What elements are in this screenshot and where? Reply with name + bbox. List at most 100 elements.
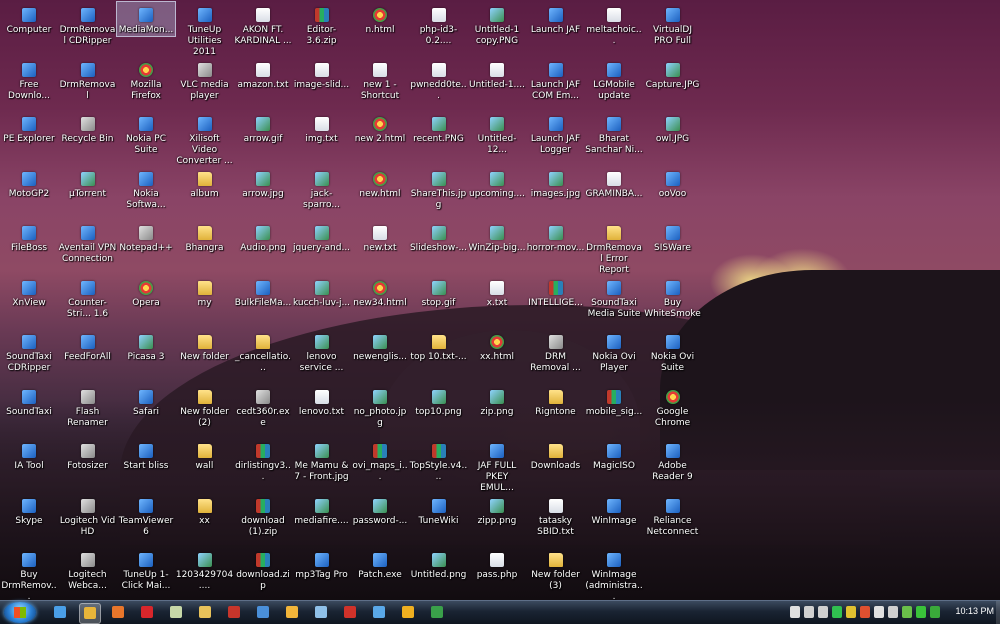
desktop-icon[interactable]: IA Tool — [0, 438, 58, 472]
desktop-icon[interactable]: Start bliss — [117, 438, 175, 472]
desktop-icon[interactable]: xx — [176, 493, 234, 527]
desktop-icon[interactable]: Safari — [117, 384, 175, 418]
desktop-icon[interactable]: Nokia Ovi Player — [585, 329, 643, 374]
desktop-icon[interactable]: Google Chrome — [644, 384, 702, 429]
desktop-icon[interactable]: album — [176, 166, 234, 200]
clock[interactable]: 10:13 PM — [955, 606, 994, 616]
network-icon[interactable] — [888, 606, 898, 618]
desktop-icon[interactable]: Buy WhiteSmoke — [644, 275, 702, 320]
taskbar-chrome-button[interactable] — [79, 603, 101, 624]
desktop-icon[interactable]: horror-mov... — [527, 220, 585, 254]
desktop-icon[interactable]: Launch JAF COM Em... — [527, 57, 585, 102]
taskbar-media-player-button[interactable] — [282, 603, 302, 622]
desktop-icon[interactable]: wall — [176, 438, 234, 472]
desktop-icon[interactable]: TeamViewer 6 — [117, 493, 175, 538]
desktop-icon[interactable]: Capture.JPG — [644, 57, 702, 91]
desktop-icon[interactable]: Fotosizer — [59, 438, 117, 472]
desktop-icon[interactable]: zipp.png — [468, 493, 526, 527]
desktop-icon[interactable]: img.txt — [293, 111, 351, 145]
desktop-icon[interactable]: VLC media player — [176, 57, 234, 102]
desktop-icon[interactable]: SoundTaxi Media Suite — [585, 275, 643, 320]
desktop-icon[interactable]: new 2.html — [351, 111, 409, 145]
desktop-icon[interactable]: Untitled.png — [410, 547, 468, 581]
taskbar-notepad-button[interactable] — [311, 603, 331, 622]
desktop-icon[interactable]: lenovo.txt — [293, 384, 351, 418]
desktop-icon[interactable]: Bhangra — [176, 220, 234, 254]
key-icon[interactable] — [846, 606, 856, 618]
taskbar-winamp-button[interactable] — [398, 603, 418, 622]
desktop-icon[interactable]: WinImage — [585, 493, 643, 527]
desktop-icon[interactable]: newenglis... — [351, 329, 409, 363]
desktop-icon[interactable]: BulkFileMa... — [234, 275, 292, 309]
desktop-icon[interactable]: Flash Renamer — [59, 384, 117, 429]
desktop-icon[interactable]: Opera — [117, 275, 175, 309]
desktop-icon[interactable]: Audio.png — [234, 220, 292, 254]
taskbar-internet-explorer-button[interactable] — [50, 603, 70, 622]
desktop-icon[interactable]: top 10.txt-... — [410, 329, 468, 363]
desktop-icon[interactable]: New folder — [176, 329, 234, 363]
desktop-icon[interactable]: Aventail VPN Connection — [59, 220, 117, 265]
desktop-icon[interactable]: owl.JPG — [644, 111, 702, 145]
desktop-icon[interactable]: µTorrent — [59, 166, 117, 200]
desktop-icon[interactable]: MagicISO — [585, 438, 643, 472]
desktop-icon[interactable]: tatasky SBID.txt — [527, 493, 585, 538]
desktop-icon[interactable]: LGMobile update — [585, 57, 643, 102]
desktop-icon[interactable]: pwnedd0te... — [410, 57, 468, 102]
desktop-icon[interactable]: SoundTaxi — [0, 384, 58, 418]
desktop-icon[interactable]: amazon.txt — [234, 57, 292, 91]
desktop-icon[interactable]: Launch JAF Logger — [527, 111, 585, 156]
desktop-icon[interactable]: Untitled-1 copy.PNG — [468, 2, 526, 47]
desktop-icon[interactable]: INTELLIGE... — [527, 275, 585, 309]
desktop-icon[interactable]: mobile_sig... — [585, 384, 643, 418]
usb-icon[interactable] — [818, 606, 828, 618]
desktop-icon[interactable]: Free Downlo... — [0, 57, 58, 102]
desktop-icon[interactable]: MotoGP2 — [0, 166, 58, 200]
desktop-icon[interactable]: WinImage (administra... — [585, 547, 643, 603]
taskbar-adobe-reader-button[interactable] — [340, 603, 360, 622]
desktop-icon[interactable]: dirlistingv3... — [234, 438, 292, 483]
desktop-icon[interactable]: new34.html — [351, 275, 409, 309]
desktop-icon[interactable]: WinZip-big... — [468, 220, 526, 254]
desktop-icon[interactable]: Logitech Vid HD — [59, 493, 117, 538]
desktop-icon[interactable]: top10.png — [410, 384, 468, 418]
taskbar-app-button[interactable] — [427, 603, 447, 622]
desktop-icon[interactable]: Buy DrmRemov... — [0, 547, 58, 603]
desktop-icon[interactable]: TopStyle.v4.... — [410, 438, 468, 483]
desktop-icon[interactable]: recent.PNG — [410, 111, 468, 145]
sync-icon[interactable] — [832, 606, 842, 618]
desktop-icon[interactable]: Nokia PC Suite — [117, 111, 175, 156]
desktop-icon[interactable]: Mozilla Firefox — [117, 57, 175, 102]
desktop-icon[interactable]: Skype — [0, 493, 58, 527]
taskbar-opera-button[interactable] — [137, 603, 157, 622]
show-desktop-button[interactable] — [996, 601, 1000, 624]
desktop-icon[interactable]: FeedForAll — [59, 329, 117, 363]
desktop-icon[interactable]: SoundTaxi CDRipper — [0, 329, 58, 374]
desktop-icon[interactable]: Logitech Webca... — [59, 547, 117, 592]
desktop-icon[interactable]: PE Explorer — [0, 111, 58, 145]
taskbar-folder-button[interactable] — [195, 603, 215, 622]
desktop-icon[interactable]: DRM Removal ... — [527, 329, 585, 374]
desktop-icon[interactable]: DrmRemoval Error Report — [585, 220, 643, 276]
desktop-icon[interactable]: Computer — [0, 2, 58, 36]
desktop-icon[interactable]: new.txt — [351, 220, 409, 254]
desktop-icon[interactable]: Me Mamu & 7 - Front.jpg — [293, 438, 351, 483]
desktop-icon[interactable]: arrow.jpg — [234, 166, 292, 200]
desktop-icon[interactable]: Xilisoft Video Converter ... — [176, 111, 234, 167]
desktop-icon[interactable]: ovi_maps_i... — [351, 438, 409, 483]
desktop-icon[interactable]: images.jpg — [527, 166, 585, 200]
taskbar-filezilla-button[interactable] — [224, 603, 244, 622]
desktop-icon[interactable]: upcoming.... — [468, 166, 526, 200]
desktop-icon[interactable]: zip.png — [468, 384, 526, 418]
desktop-icon[interactable]: SISWare — [644, 220, 702, 254]
desktop-icon[interactable]: 1203429704.... — [176, 547, 234, 592]
volume-icon[interactable] — [790, 606, 800, 618]
desktop-icon[interactable]: Nokia Ovi Suite — [644, 329, 702, 374]
desktop-icon[interactable]: pass.php — [468, 547, 526, 581]
desktop-icon[interactable]: New folder (3) — [527, 547, 585, 592]
desktop-icon[interactable]: DrmRemoval — [59, 57, 117, 102]
desktop-icon[interactable]: kucch-luv-j... — [293, 275, 351, 309]
desktop-icon[interactable]: ShareThis.jpg — [410, 166, 468, 211]
desktop-icon[interactable]: TuneUp Utilities 2011 — [176, 2, 234, 58]
windows-icon[interactable] — [860, 606, 870, 618]
desktop-icon[interactable]: XnView — [0, 275, 58, 309]
